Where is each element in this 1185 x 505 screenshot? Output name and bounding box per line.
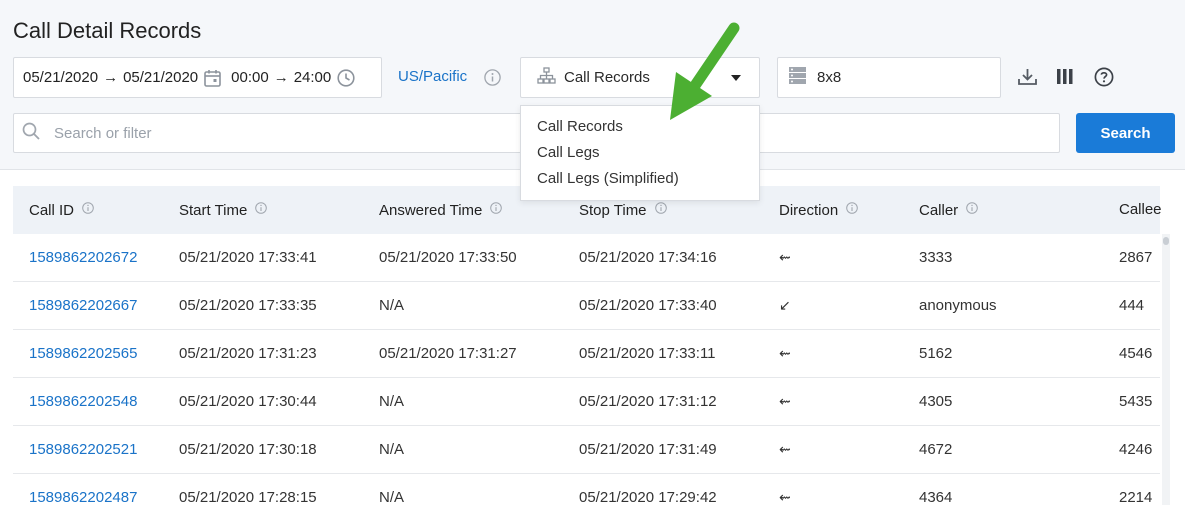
column-header-direction[interactable]: Direction	[779, 186, 858, 234]
column-header-caller[interactable]: Caller	[919, 186, 978, 234]
callee-cell: 4246	[1119, 441, 1153, 458]
hierarchy-icon	[537, 67, 556, 88]
menu-item-call-legs[interactable]: Call Legs	[521, 140, 759, 166]
start-time-cell: 05/21/2020 17:33:35	[179, 297, 317, 314]
record-type-value: Call Records	[564, 69, 650, 86]
info-icon[interactable]	[846, 201, 858, 218]
caller-cell: anonymous	[919, 297, 997, 314]
table-row[interactable]: 1589862202487 05/21/2020 17:28:15 N/A 05…	[13, 474, 1160, 505]
info-icon[interactable]	[654, 201, 667, 218]
column-header-call-id[interactable]: Call ID	[29, 186, 94, 234]
answered-time-cell: 05/21/2020 17:31:27	[379, 345, 517, 362]
start-time-cell: 05/21/2020 17:28:15	[179, 489, 317, 505]
search-input[interactable]	[54, 124, 494, 142]
answered-time-cell: N/A	[379, 393, 405, 410]
start-time-cell: 05/21/2020 17:33:41	[179, 249, 317, 266]
callee-cell: 2867	[1119, 249, 1153, 266]
info-icon[interactable]	[490, 201, 503, 218]
caller-cell: 4672	[919, 441, 953, 458]
stop-time-cell: 05/21/2020 17:31:12	[579, 393, 717, 410]
column-header-answered-time[interactable]: Answered Time	[379, 186, 503, 234]
info-icon[interactable]	[82, 201, 94, 218]
search-button[interactable]: Search	[1076, 113, 1175, 153]
call-id-link[interactable]: 1589862202487	[29, 474, 137, 505]
help-icon[interactable]	[1094, 67, 1114, 87]
table-row[interactable]: 1589862202548 05/21/2020 17:30:44 N/A 05…	[13, 378, 1160, 426]
table-row[interactable]: 1589862202521 05/21/2020 17:30:18 N/A 05…	[13, 426, 1160, 474]
calendar-icon[interactable]	[204, 69, 221, 87]
end-time: 24:00	[293, 69, 332, 86]
caller-cell: 4305	[919, 393, 953, 410]
date-range-picker[interactable]: 05/21/2020 → 05/21/2020 00:00 → 24:00	[13, 57, 382, 98]
annotation-arrow	[670, 22, 740, 120]
columns-icon[interactable]	[1056, 67, 1074, 86]
callee-cell: 4546	[1119, 345, 1153, 362]
caller-cell: 4364	[919, 489, 953, 505]
stop-time-cell: 05/21/2020 17:33:40	[579, 297, 717, 314]
search-icon	[22, 122, 40, 145]
direction-icon: ⇜	[779, 393, 791, 409]
stop-time-cell: 05/21/2020 17:33:11	[579, 345, 716, 362]
call-id-link[interactable]: 1589862202548	[29, 378, 137, 426]
scrollbar-thumb[interactable]	[1163, 237, 1169, 245]
caller-cell: 5162	[919, 345, 953, 362]
stop-time-cell: 05/21/2020 17:31:49	[579, 441, 717, 458]
info-icon[interactable]	[255, 201, 268, 218]
callee-cell: 2214	[1119, 489, 1153, 505]
start-date: 05/21/2020	[23, 69, 99, 86]
column-header-start-time[interactable]: Start Time	[179, 186, 268, 234]
server-value: 8x8	[817, 69, 842, 86]
answered-time-cell: N/A	[379, 297, 405, 314]
start-time-cell: 05/21/2020 17:30:18	[179, 441, 317, 458]
server-select[interactable]: 8x8	[777, 57, 1001, 98]
column-header-callee[interactable]: Callee	[1119, 186, 1162, 234]
page-title: Call Detail Records	[13, 18, 202, 43]
direction-icon: ⇜	[779, 345, 791, 361]
table-row[interactable]: 1589862202565 05/21/2020 17:31:23 05/21/…	[13, 330, 1160, 378]
table-row[interactable]: 1589862202667 05/21/2020 17:33:35 N/A 05…	[13, 282, 1160, 330]
range-arrow: →	[103, 69, 119, 86]
direction-icon: ⇜	[779, 489, 791, 505]
answered-time-cell: N/A	[379, 441, 405, 458]
info-icon[interactable]	[966, 201, 978, 218]
timezone-link[interactable]: US/Pacific	[398, 68, 467, 85]
menu-item-call-legs-simplified[interactable]: Call Legs (Simplified)	[521, 166, 759, 192]
range-arrow: →	[273, 69, 289, 86]
call-id-link[interactable]: 1589862202667	[29, 282, 137, 330]
table-row[interactable]: 1589862202672 05/21/2020 17:33:41 05/21/…	[13, 234, 1160, 282]
end-date: 05/21/2020	[123, 69, 199, 86]
download-icon[interactable]	[1017, 66, 1038, 87]
direction-icon: ↙	[779, 297, 791, 313]
answered-time-cell: N/A	[379, 489, 405, 505]
start-time: 00:00	[231, 69, 269, 86]
callee-cell: 5435	[1119, 393, 1153, 410]
table-body: 1589862202672 05/21/2020 17:33:41 05/21/…	[13, 234, 1160, 505]
call-id-link[interactable]: 1589862202565	[29, 330, 137, 378]
direction-icon: ⇜	[779, 249, 791, 265]
stop-time-cell: 05/21/2020 17:34:16	[579, 249, 717, 266]
start-time-cell: 05/21/2020 17:30:44	[179, 393, 317, 410]
caller-cell: 3333	[919, 249, 953, 266]
server-icon	[788, 66, 807, 89]
answered-time-cell: 05/21/2020 17:33:50	[379, 249, 517, 266]
start-time-cell: 05/21/2020 17:31:23	[179, 345, 317, 362]
info-icon[interactable]	[484, 69, 501, 91]
table-scrollbar[interactable]	[1162, 234, 1170, 505]
call-id-link[interactable]: 1589862202521	[29, 426, 137, 474]
direction-icon: ⇜	[779, 441, 791, 457]
callee-cell: 444	[1119, 297, 1145, 314]
call-id-link[interactable]: 1589862202672	[29, 234, 137, 282]
clock-icon[interactable]	[337, 68, 355, 87]
stop-time-cell: 05/21/2020 17:29:42	[579, 489, 717, 505]
